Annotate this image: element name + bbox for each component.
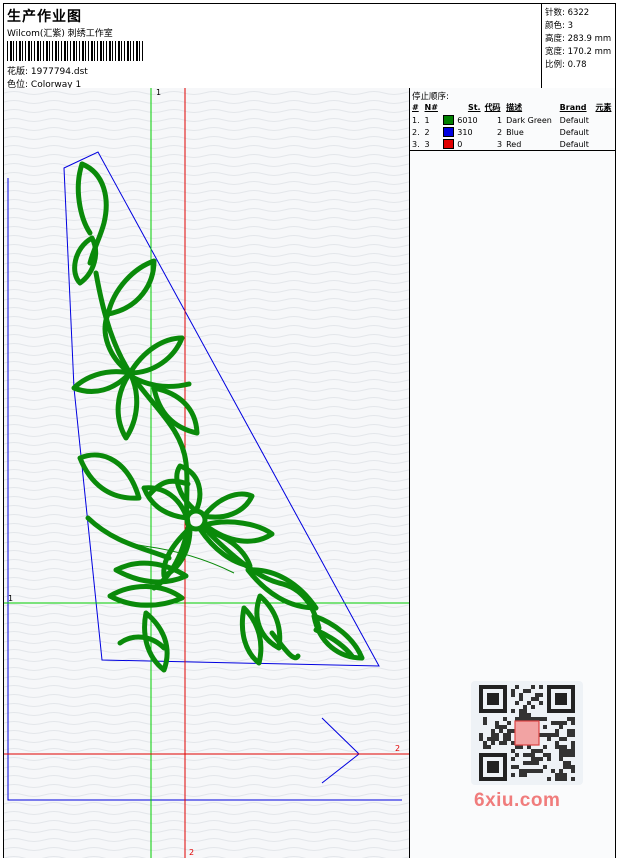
stat-value: 6322 (567, 8, 590, 18)
col-code: 代码 (484, 103, 501, 112)
qr-code (471, 681, 583, 785)
cell-element (593, 126, 615, 138)
col-index: # (412, 103, 419, 112)
stat-height: 高度: 283.9 mm (545, 32, 611, 44)
cell-index: 3. (410, 138, 423, 151)
cell-brand: Default (559, 127, 589, 137)
cell-description: Blue (506, 127, 524, 137)
barcode (7, 41, 145, 61)
cell-needle: 2 (424, 127, 430, 137)
cell-brand: Default (559, 115, 589, 125)
stat-width: 宽度: 170.2 mm (545, 45, 611, 57)
design-drawing (4, 88, 409, 858)
watermark: 6xiu.com (474, 790, 561, 811)
stitch-count: 310 (457, 127, 473, 137)
stat-value: 170.2 mm (567, 47, 612, 57)
qr-code-image (479, 685, 575, 781)
stat-label: 针数: (545, 8, 565, 18)
stat-label: 高度: (545, 34, 565, 44)
stop-sequence-table: # N# St. 代码 描述 Brand 元素 1. 1 6010 1 Dark Gre… (410, 101, 615, 151)
table-row: 1. 1 6010 1 Dark Green Default (410, 114, 615, 126)
col-needle: N# (424, 103, 438, 112)
cell-description: Red (504, 138, 558, 151)
table-row: 2. 2 310 2 Blue Default (410, 126, 615, 138)
cell-description: Dark Green (506, 115, 552, 125)
cell-code: 2 (497, 127, 503, 137)
stat-colors: 颜色: 3 (545, 19, 573, 31)
stat-ratio: 比例: 0.78 (545, 58, 587, 70)
cell-index: 2. (412, 127, 420, 137)
stat-stitches: 针数: 6322 (545, 6, 589, 18)
stitch-count: 6010 (457, 115, 478, 125)
cell-brand: Default (557, 138, 594, 151)
stat-label: 比例: (545, 60, 565, 70)
axis-label-green-top: 1 (156, 88, 162, 97)
col-stitches: St. (467, 103, 481, 112)
cell-code: 1 (497, 115, 503, 125)
stat-value: 283.9 mm (567, 34, 612, 44)
axis-label-red-bottom: 2 (189, 848, 195, 857)
header-info: 生产作业图 Wilcom(汇紫) 刺绣工作室 花版: 1977794.dst 色… (4, 4, 541, 90)
cell-color: 6010 (441, 114, 482, 126)
cell-code: 3 (482, 138, 505, 151)
cell-color: 0 (441, 138, 483, 151)
cell-index: 1. (412, 115, 420, 125)
table-row: 3. 3 0 3 Red Default (410, 138, 615, 151)
design-line: 花版: 1977794.dst (7, 64, 88, 77)
stat-label: 颜色: (545, 21, 565, 31)
axis-label-green-left: 1 (8, 594, 14, 603)
fabric-texture (4, 88, 409, 858)
axis-label-red-right: 2 (395, 744, 401, 753)
cell-needle: 1 (424, 115, 430, 125)
col-brand: Brand (559, 103, 587, 112)
color-swatch (443, 115, 455, 125)
stitch-count: 0 (457, 139, 463, 149)
col-description: 描述 (506, 103, 523, 112)
design-canvas[interactable]: 1 1 2 2 (4, 88, 410, 858)
cell-element (593, 138, 615, 151)
color-swatch (443, 127, 455, 137)
design-value: 1977794.dst (30, 67, 88, 77)
stat-value: 3 (567, 21, 573, 31)
stat-value: 0.78 (567, 60, 587, 70)
company-name: Wilcom(汇紫) 刺绣工作室 (7, 29, 113, 39)
stat-label: 宽度: (545, 47, 565, 57)
table-header-row: # N# St. 代码 描述 Brand 元素 (410, 101, 615, 114)
cell-needle: 3 (422, 138, 442, 151)
cell-color: 310 (441, 126, 482, 138)
col-element: 元素 (595, 103, 612, 112)
design-stats: 针数: 6322 颜色: 3 高度: 283.9 mm 宽度: 170.2 mm… (541, 4, 616, 89)
color-swatch (443, 139, 455, 149)
page-title: 生产作业图 (7, 9, 82, 25)
design-label: 花版: (7, 67, 29, 77)
cell-element (593, 114, 615, 126)
